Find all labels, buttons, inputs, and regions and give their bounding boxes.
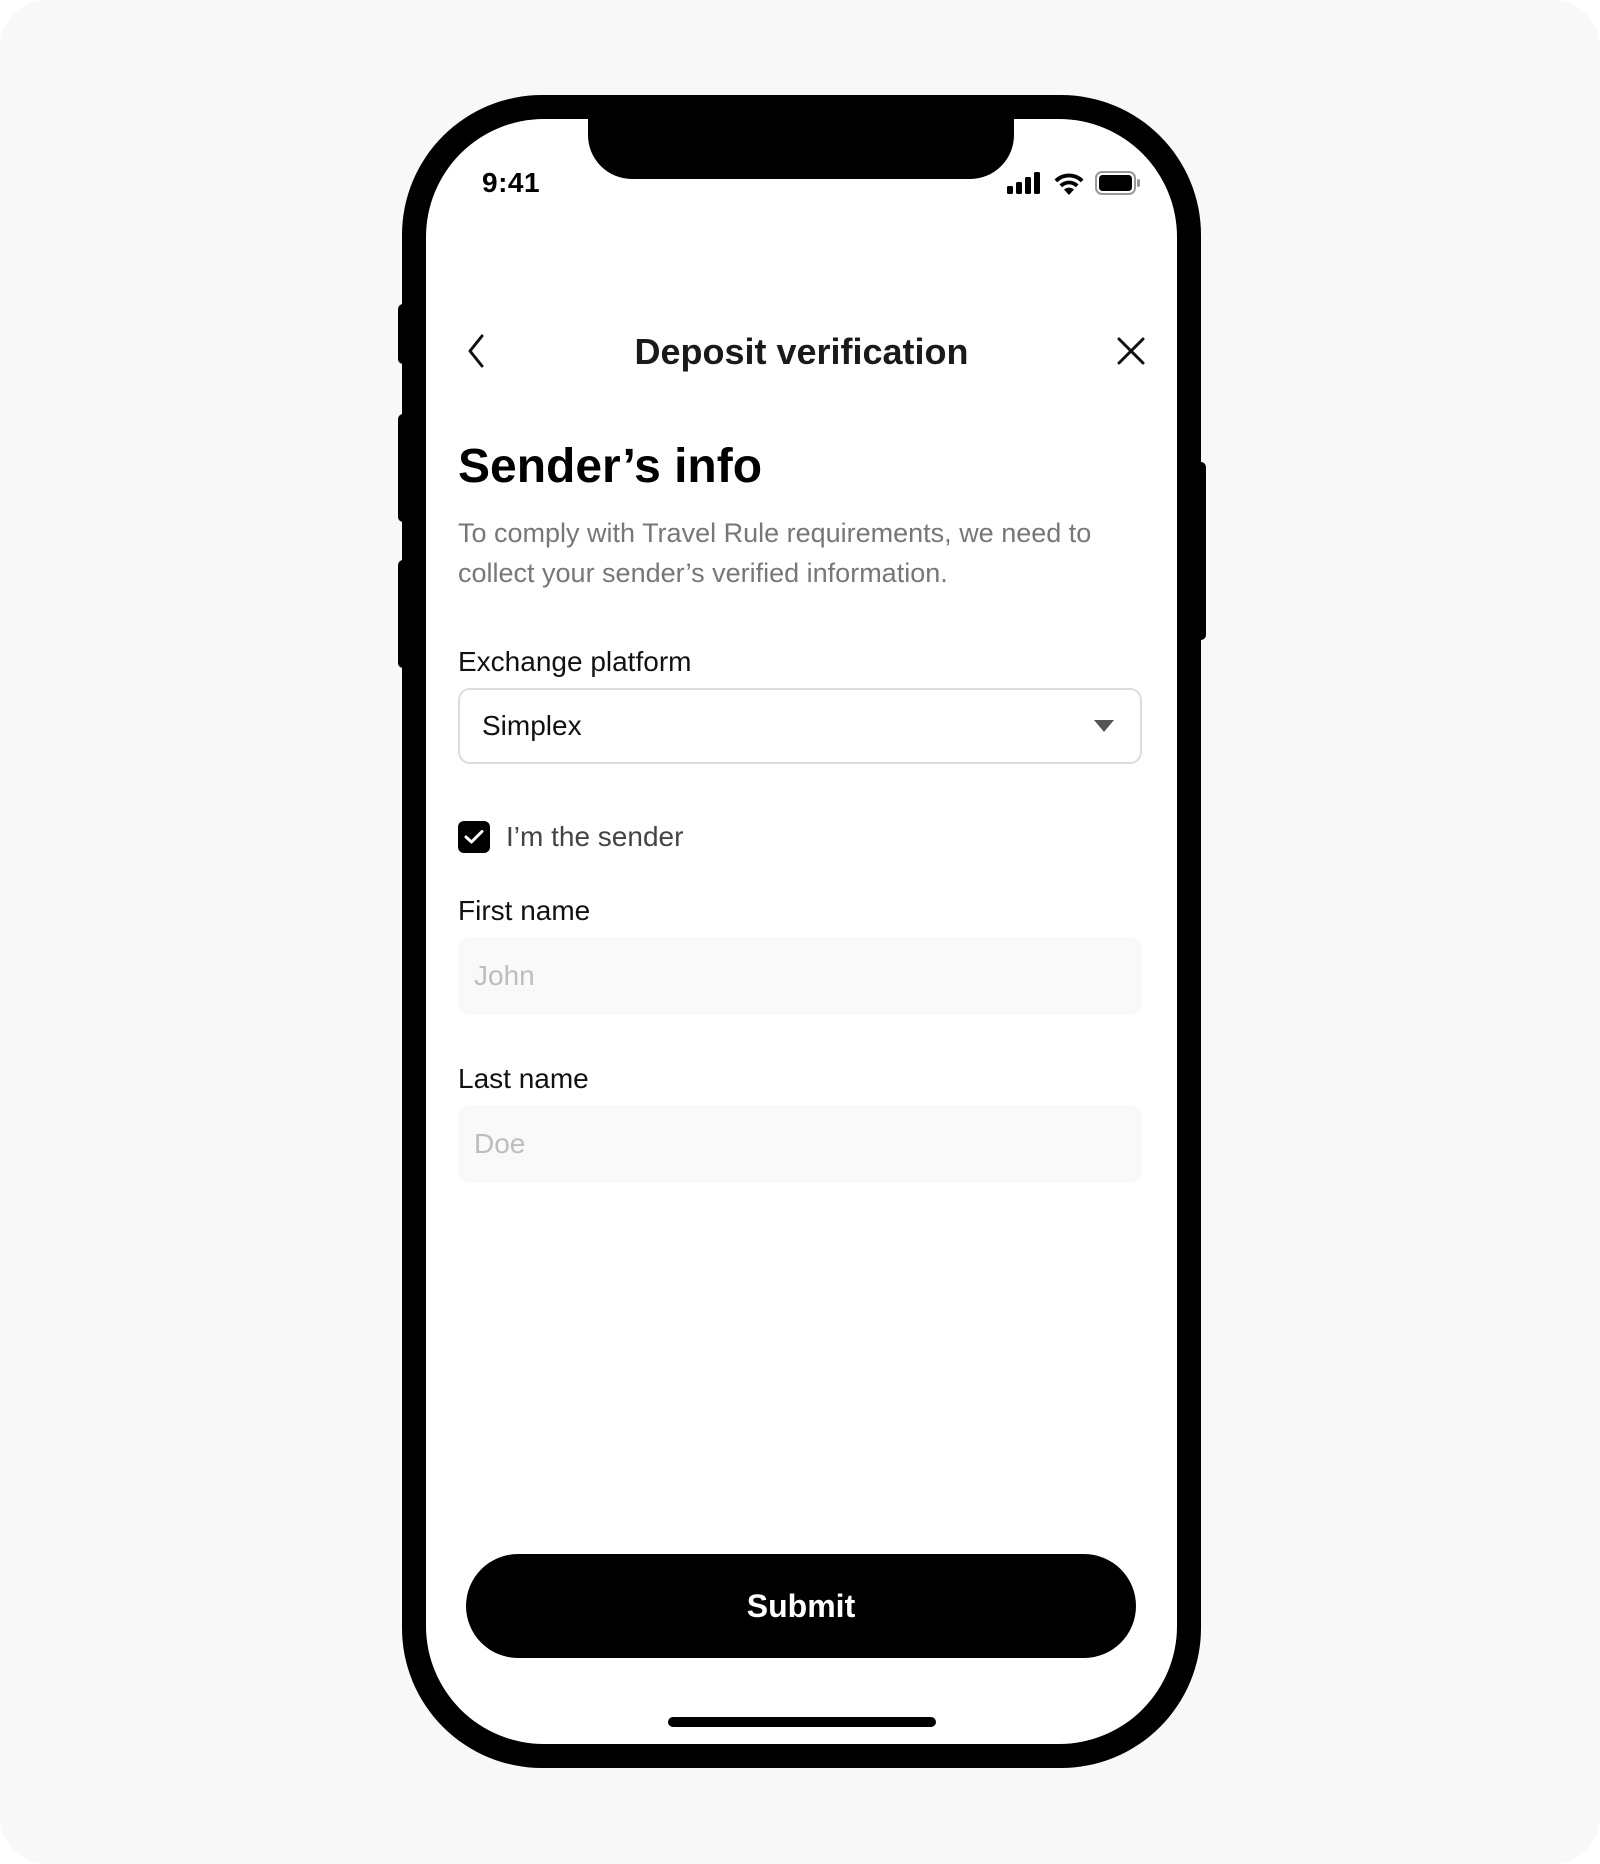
- phone-notch: [588, 119, 1014, 179]
- exchange-platform-value: Simplex: [482, 710, 582, 741]
- exchange-platform-select[interactable]: Simplex: [458, 688, 1142, 764]
- close-icon: [1117, 337, 1145, 365]
- im-sender-checkbox[interactable]: [458, 821, 490, 853]
- status-icons: [1007, 171, 1141, 200]
- home-indicator: [668, 1717, 936, 1727]
- section-heading: Sender’s info: [458, 440, 763, 493]
- background-canvas: 9:41 Deposit verification Sender’s info …: [0, 0, 1600, 1864]
- last-name-input[interactable]: [458, 1105, 1142, 1183]
- phone-screen: 9:41 Deposit verification Sender’s info …: [426, 119, 1177, 1744]
- status-time: 9:41: [482, 167, 541, 198]
- wifi-icon: [1053, 171, 1085, 200]
- cellular-signal-icon: [1007, 172, 1043, 199]
- im-sender-checkbox-row[interactable]: I’m the sender: [458, 820, 683, 854]
- first-name-input[interactable]: [458, 937, 1142, 1015]
- first-name-label: First name: [458, 895, 591, 926]
- caret-down-icon: [1094, 720, 1114, 732]
- battery-icon: [1095, 171, 1141, 200]
- submit-button[interactable]: Submit: [466, 1554, 1136, 1658]
- exchange-platform-label: Exchange platform: [458, 646, 692, 677]
- page-title: Deposit verification: [634, 331, 969, 372]
- close-button[interactable]: [1111, 331, 1151, 371]
- checkmark-icon: [464, 830, 484, 844]
- last-name-label: Last name: [458, 1063, 589, 1094]
- section-description: To comply with Travel Rule requirements,…: [458, 518, 1092, 588]
- nav-header: Deposit verification: [426, 319, 1177, 383]
- im-sender-label: I’m the sender: [506, 821, 684, 852]
- phone-frame: 9:41 Deposit verification Sender’s info …: [402, 95, 1201, 1768]
